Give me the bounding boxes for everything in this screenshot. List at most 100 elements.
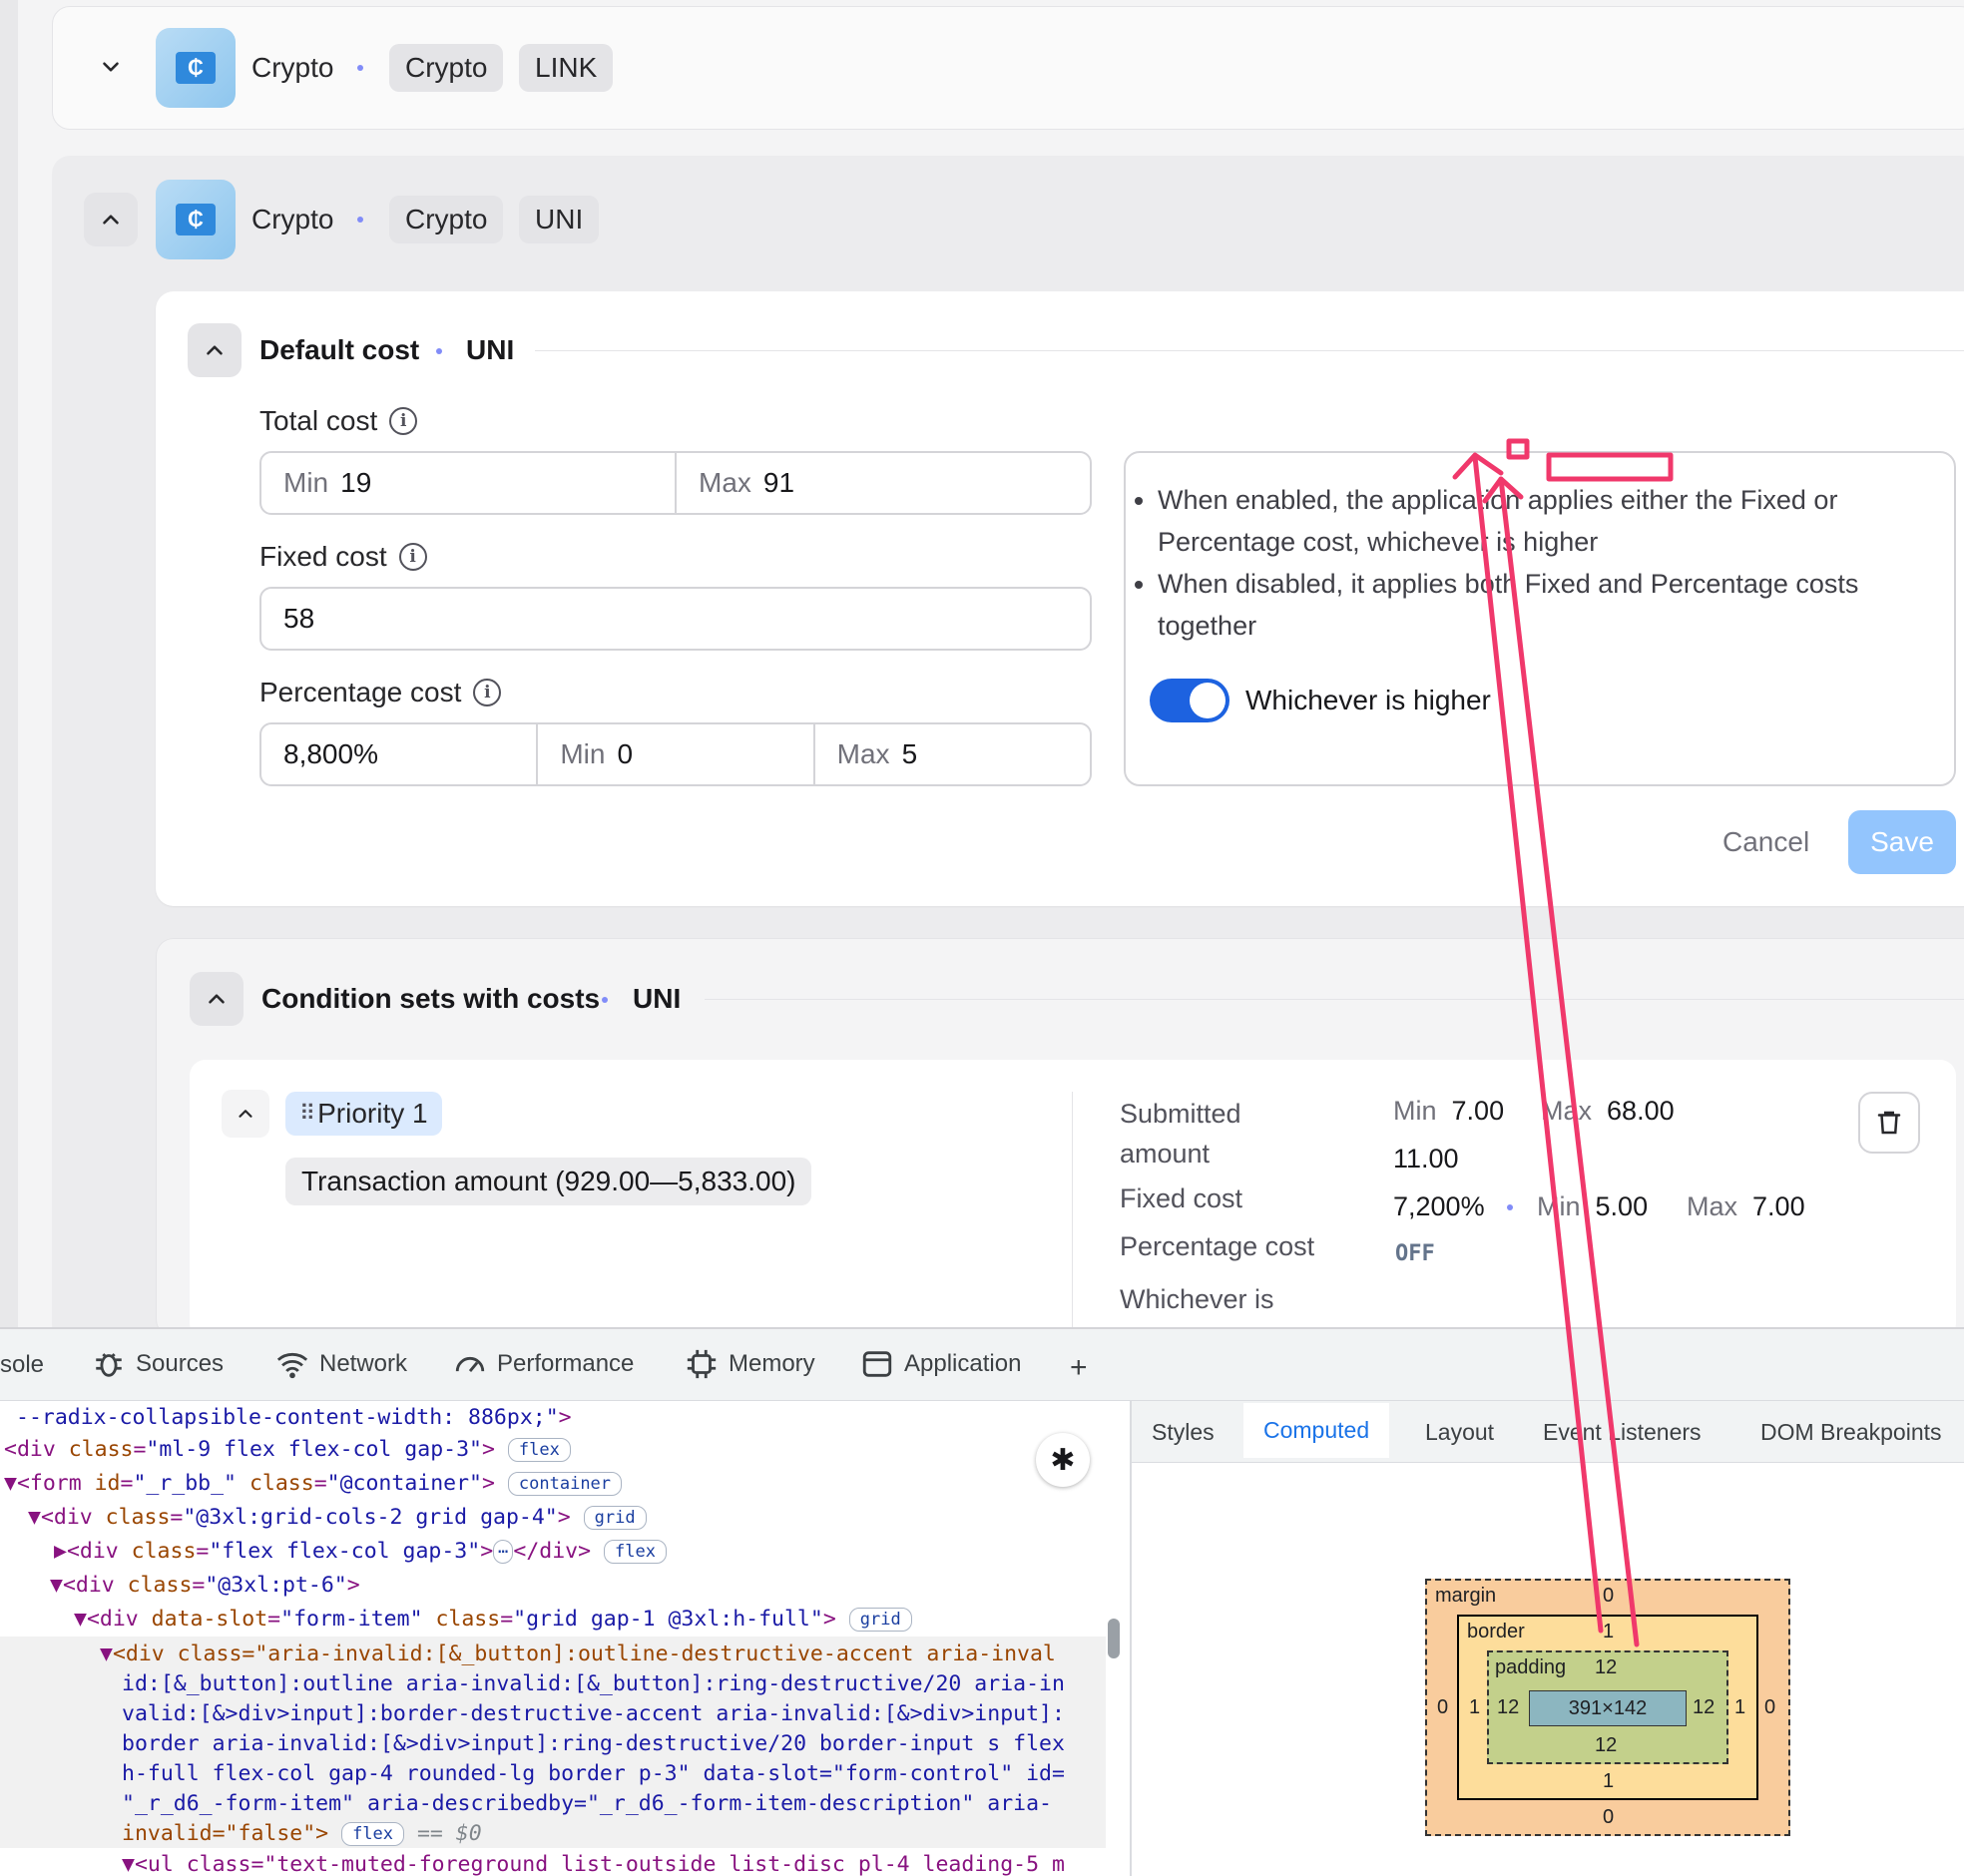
fixed-cost-value: 11.00 [1393, 1144, 1459, 1173]
section-title: Default cost [259, 334, 420, 365]
dom-line[interactable]: ▼<div class="@3xl:grid-cols-2 grid gap-4… [28, 1503, 647, 1533]
separator-dot [436, 348, 442, 354]
condition-chip: Transaction amount (929.00—5,833.00) [285, 1158, 812, 1205]
left-rail [0, 0, 18, 1327]
divider [705, 999, 1964, 1000]
margin-top: 0 [1603, 1585, 1615, 1607]
tab-memory[interactable]: Memory [685, 1347, 815, 1381]
tab-computed[interactable]: Computed [1243, 1403, 1390, 1458]
percentage-cost-input[interactable]: 8,800% [261, 724, 539, 784]
chevron-up-icon[interactable] [188, 323, 242, 377]
dom-line[interactable]: ▶<div class="flex flex-col gap-3"> ⋯ </div… [54, 1537, 667, 1567]
percentage-max-input[interactable]: Max 5 [815, 724, 1090, 784]
border-left: 1 [1469, 1696, 1481, 1718]
cancel-button[interactable]: Cancel [1722, 826, 1809, 858]
tab-styles[interactable]: Styles [1152, 1419, 1215, 1446]
selected-dom-node[interactable]: ▼<div class="aria-invalid:[&_button]:out… [100, 1640, 1056, 1669]
drag-handle-icon[interactable]: ⠿ [299, 1101, 315, 1127]
dom-line[interactable]: <div class="ml-9 flex flex-col gap-3"> f… [4, 1435, 571, 1465]
tab-console[interactable]: sole [0, 1351, 44, 1379]
padding-left: 12 [1497, 1696, 1520, 1718]
margin-right: 0 [1764, 1696, 1776, 1718]
tab-event-listeners[interactable]: Event Listeners [1543, 1419, 1702, 1446]
border-label: border [1467, 1621, 1525, 1642]
divider [535, 350, 1964, 351]
whichever-higher-toggle[interactable] [1150, 679, 1229, 722]
delete-button[interactable] [1858, 1092, 1920, 1154]
wifi-icon [276, 1352, 308, 1379]
dom-line[interactable]: ▼<div class="@3xl:pt-6"> [50, 1571, 360, 1601]
selected-dom-node-line: h-full flex-col gap-4 rounded-lg border … [122, 1761, 1065, 1786]
chip-icon [687, 1349, 717, 1379]
separator-dot [357, 217, 363, 223]
fixed-cost-label: Fixed cost i [259, 541, 427, 573]
crypto-asset-icon: ₵ [156, 28, 236, 108]
percentage-min-input[interactable]: Min 0 [538, 724, 815, 784]
scrollbar-thumb[interactable] [1108, 1619, 1120, 1658]
tab-layout[interactable]: Layout [1425, 1419, 1494, 1446]
margin-bottom: 0 [1603, 1806, 1615, 1828]
separator-dot [357, 65, 363, 71]
bug-icon [96, 1353, 122, 1377]
cost-mode-notes: When enabled, the application applies ei… [1126, 479, 1924, 647]
tab-performance[interactable]: Performance [453, 1347, 634, 1381]
padding-top: 12 [1595, 1656, 1618, 1678]
chevron-up-icon[interactable] [190, 972, 244, 1026]
trash-icon [1877, 1111, 1901, 1135]
selected-dom-node-line: id:[&_button]:outline aria-invalid:[&_bu… [122, 1671, 1065, 1696]
padding-label: padding [1495, 1656, 1567, 1678]
percentage-min: Min 5.00 [1537, 1191, 1649, 1221]
info-icon[interactable]: i [389, 407, 418, 435]
percentage-cost-field: 8,800% Min 0 Max 5 [259, 722, 1092, 786]
layout-badge[interactable]: grid [583, 1506, 647, 1530]
border-top: 1 [1603, 1621, 1615, 1642]
asset-symbol-badge: UNI [519, 196, 600, 243]
margin-label: margin [1435, 1585, 1497, 1607]
fixed-cost-field: 58 [259, 587, 1092, 651]
section-symbol: UNI [466, 334, 515, 365]
fixed-cost-input[interactable]: 58 [261, 589, 1090, 649]
fixed-cost-label: Fixed cost [1120, 1183, 1243, 1213]
selected-dom-node-line: valid:[&>div>input]:border-destructive-a… [122, 1701, 1065, 1726]
tab-dom-breakpoints[interactable]: DOM Breakpoints [1760, 1419, 1942, 1446]
total-cost-min-input[interactable]: Min 19 [261, 453, 677, 513]
tab-network[interactable]: Network [275, 1347, 407, 1381]
layout-badge[interactable]: flex [341, 1822, 405, 1846]
crypto-asset-icon: ₵ [156, 180, 236, 259]
layout-badge[interactable]: flex [507, 1438, 571, 1462]
chevron-up-icon[interactable] [84, 193, 138, 246]
dom-line[interactable]: ▼<ul class="text-muted-foreground list-o… [122, 1850, 1100, 1876]
submitted-amount-label: Submitted amount [1120, 1099, 1241, 1169]
info-icon[interactable]: i [398, 543, 427, 571]
vertical-divider [1072, 1092, 1073, 1327]
layout-badge[interactable]: grid [848, 1608, 912, 1632]
asset-name: Crypto [251, 204, 334, 234]
dom-line[interactable]: ▼<div data-slot="form-item" class="grid … [74, 1605, 912, 1635]
layout-badge[interactable]: flex [604, 1540, 667, 1564]
chevron-up-icon[interactable] [222, 1090, 269, 1138]
total-cost-max-input[interactable]: Max 91 [677, 453, 1090, 513]
section-symbol: UNI [633, 983, 682, 1014]
selected-dom-node-line: border aria-invalid:[&>div>input]:ring-d… [122, 1731, 1065, 1756]
save-button[interactable]: Save [1848, 810, 1956, 874]
add-tab-button[interactable]: + [1070, 1351, 1088, 1385]
priority-badge[interactable]: ⠿ Priority 1 [285, 1092, 442, 1136]
chevron-down-icon[interactable] [84, 40, 138, 94]
window-icon [862, 1351, 892, 1377]
percentage-cost-label: Percentage cost [1120, 1231, 1315, 1261]
info-icon[interactable]: i [473, 679, 502, 706]
tab-application[interactable]: Application [860, 1347, 1021, 1381]
layout-badge[interactable]: container [507, 1472, 623, 1496]
total-cost-label: Total cost i [259, 405, 418, 437]
asset-row-link[interactable] [52, 6, 1964, 130]
note-item: When disabled, it applies both Fixed and… [1158, 563, 1924, 647]
tab-sources[interactable]: Sources [92, 1347, 224, 1381]
whichever-value: OFF [1395, 1241, 1435, 1266]
dom-line[interactable]: ▼<form id="_r_bb_" class="@container"> c… [4, 1469, 623, 1499]
padding-right: 12 [1693, 1696, 1716, 1718]
separator-dot [602, 997, 608, 1003]
accessibility-icon[interactable]: ✱ [1036, 1433, 1090, 1487]
section-title: Condition sets with costs [261, 983, 601, 1014]
note-item: When enabled, the application applies ei… [1158, 479, 1924, 563]
percentage-value: 7,200% [1393, 1191, 1485, 1221]
